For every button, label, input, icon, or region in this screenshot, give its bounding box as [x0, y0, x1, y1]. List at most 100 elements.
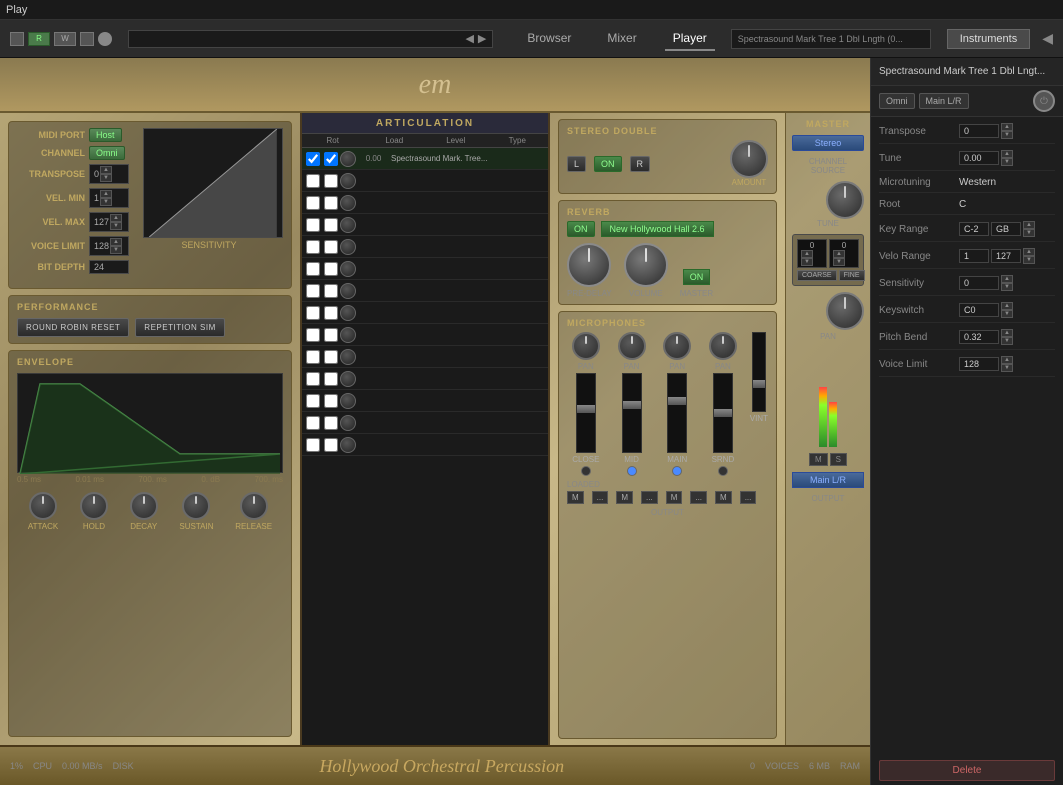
- artic-rot-3[interactable]: [306, 218, 320, 232]
- transpose-up[interactable]: ▲: [100, 166, 112, 174]
- vel-max-down[interactable]: ▼: [110, 222, 122, 230]
- reverb-volume-knob[interactable]: [624, 243, 668, 287]
- vel-min-spinner[interactable]: ▲ ▼: [100, 190, 112, 206]
- tune-coarse-val[interactable]: 0 ▲ ▼: [797, 239, 827, 268]
- artic-load-2[interactable]: [324, 196, 338, 210]
- velo-range-spinner[interactable]: ▲ ▼: [1023, 248, 1035, 264]
- reverb-on-btn[interactable]: ON: [567, 221, 595, 237]
- sensitivity-down[interactable]: ▼: [1001, 283, 1013, 291]
- artic-load-11[interactable]: [324, 394, 338, 408]
- voice-limit-sidebar-up[interactable]: ▲: [1001, 356, 1013, 364]
- sidebar-power-icon[interactable]: ⏻: [1033, 90, 1055, 112]
- sidebar-circle-icon[interactable]: ⏻: [1033, 90, 1055, 112]
- mic-m-btn-4[interactable]: M: [666, 491, 683, 504]
- velo-range-down[interactable]: ▼: [1023, 256, 1035, 264]
- tune-param-down[interactable]: ▼: [1001, 158, 1013, 166]
- param-velo-range-low[interactable]: [959, 249, 989, 263]
- sensitivity-up[interactable]: ▲: [1001, 275, 1013, 283]
- mic-m-btn-7[interactable]: ...: [740, 491, 757, 504]
- coarse-up[interactable]: ▲: [801, 250, 813, 258]
- artic-rot-8[interactable]: [306, 328, 320, 342]
- artic-knob-0[interactable]: [340, 151, 356, 167]
- close-pan-knob[interactable]: [572, 332, 600, 360]
- transpose-param-up[interactable]: ▲: [1001, 123, 1013, 131]
- artic-rot-12[interactable]: [306, 416, 320, 430]
- stereo-l-btn[interactable]: L: [567, 156, 586, 172]
- artic-knob-4[interactable]: [340, 239, 356, 255]
- artic-knob-7[interactable]: [340, 305, 356, 321]
- velo-range-up[interactable]: ▲: [1023, 248, 1035, 256]
- hold-knob[interactable]: [80, 492, 108, 520]
- mic-m-btn-2[interactable]: M: [616, 491, 633, 504]
- vint-fader[interactable]: [753, 380, 765, 388]
- artic-rot-4[interactable]: [306, 240, 320, 254]
- reverb-master-on-btn[interactable]: ON: [683, 269, 711, 285]
- artic-rot-10[interactable]: [306, 372, 320, 386]
- vel-max-up[interactable]: ▲: [110, 214, 122, 222]
- artic-knob-9[interactable]: [340, 349, 356, 365]
- keyswitch-spinner[interactable]: ▲ ▼: [1001, 302, 1013, 318]
- sidebar-main-lr-btn[interactable]: Main L/R: [919, 93, 969, 109]
- transpose-param-down[interactable]: ▼: [1001, 131, 1013, 139]
- srnd-dot[interactable]: [718, 466, 728, 476]
- nav-mixer[interactable]: Mixer: [599, 27, 644, 51]
- pitch-bend-spinner[interactable]: ▲ ▼: [1001, 329, 1013, 345]
- toolbar-icon-2[interactable]: [80, 32, 94, 46]
- nav-player[interactable]: Player: [665, 27, 715, 51]
- vel-min-up[interactable]: ▲: [100, 190, 112, 198]
- artic-rot-13[interactable]: [306, 438, 320, 452]
- tune-fine-val[interactable]: 0 ▲ ▼: [829, 239, 859, 268]
- mic-m-btn-1[interactable]: ...: [592, 491, 609, 504]
- srnd-fader[interactable]: [714, 409, 732, 417]
- main-pan-knob[interactable]: [663, 332, 691, 360]
- mic-m-btn-5[interactable]: ...: [690, 491, 707, 504]
- pre-delay-knob[interactable]: [567, 243, 611, 287]
- pitch-bend-up[interactable]: ▲: [1001, 329, 1013, 337]
- transpose-down[interactable]: ▼: [100, 174, 112, 182]
- artic-knob-6[interactable]: [340, 283, 356, 299]
- coarse-down[interactable]: ▼: [801, 258, 813, 266]
- artic-knob-13[interactable]: [340, 437, 356, 453]
- coarse-btn[interactable]: COARSE: [797, 270, 837, 281]
- param-pitch-bend-input[interactable]: [959, 330, 999, 344]
- artic-load-13[interactable]: [324, 438, 338, 452]
- voice-limit-sidebar-spinner[interactable]: ▲ ▼: [1001, 356, 1013, 372]
- artic-knob-10[interactable]: [340, 371, 356, 387]
- artic-load-1[interactable]: [324, 174, 338, 188]
- toolbar-icon-1[interactable]: [10, 32, 24, 46]
- sensitivity-spinner[interactable]: ▲ ▼: [1001, 275, 1013, 291]
- mic-m-btn-0[interactable]: M: [567, 491, 584, 504]
- master-m-btn[interactable]: M: [809, 453, 828, 466]
- master-stereo-btn[interactable]: Stereo: [792, 135, 864, 151]
- artic-knob-12[interactable]: [340, 415, 356, 431]
- keyswitch-down[interactable]: ▼: [1001, 310, 1013, 318]
- artic-rot-2[interactable]: [306, 196, 320, 210]
- artic-rot-1[interactable]: [306, 174, 320, 188]
- param-sensitivity-input[interactable]: [959, 276, 999, 290]
- round-robin-reset-btn[interactable]: ROUND ROBIN RESET: [17, 318, 129, 337]
- write-btn[interactable]: W: [54, 32, 76, 46]
- tune-param-spinner[interactable]: ▲ ▼: [1001, 150, 1013, 166]
- fine-down[interactable]: ▼: [833, 258, 845, 266]
- srnd-pan-knob[interactable]: [709, 332, 737, 360]
- artic-load-7[interactable]: [324, 306, 338, 320]
- artic-rot-9[interactable]: [306, 350, 320, 364]
- artic-rot-0[interactable]: [306, 152, 320, 166]
- param-velo-range-high[interactable]: [991, 249, 1021, 263]
- voice-limit-sidebar-down[interactable]: ▼: [1001, 364, 1013, 372]
- main-fader[interactable]: [668, 397, 686, 405]
- voice-limit-input[interactable]: 128 ▲ ▼: [89, 236, 129, 256]
- master-s-btn[interactable]: S: [830, 453, 847, 466]
- pitch-bend-down[interactable]: ▼: [1001, 337, 1013, 345]
- fine-up[interactable]: ▲: [833, 250, 845, 258]
- keyswitch-up[interactable]: ▲: [1001, 302, 1013, 310]
- vel-min-down[interactable]: ▼: [100, 198, 112, 206]
- artic-load-8[interactable]: [324, 328, 338, 342]
- key-range-spinner[interactable]: ▲ ▼: [1023, 221, 1035, 237]
- artic-knob-5[interactable]: [340, 261, 356, 277]
- midi-port-btn[interactable]: Host: [89, 128, 122, 142]
- voice-limit-up[interactable]: ▲: [110, 238, 122, 246]
- param-key-range-high[interactable]: [991, 222, 1021, 236]
- channel-btn[interactable]: Omni: [89, 146, 125, 160]
- artic-load-4[interactable]: [324, 240, 338, 254]
